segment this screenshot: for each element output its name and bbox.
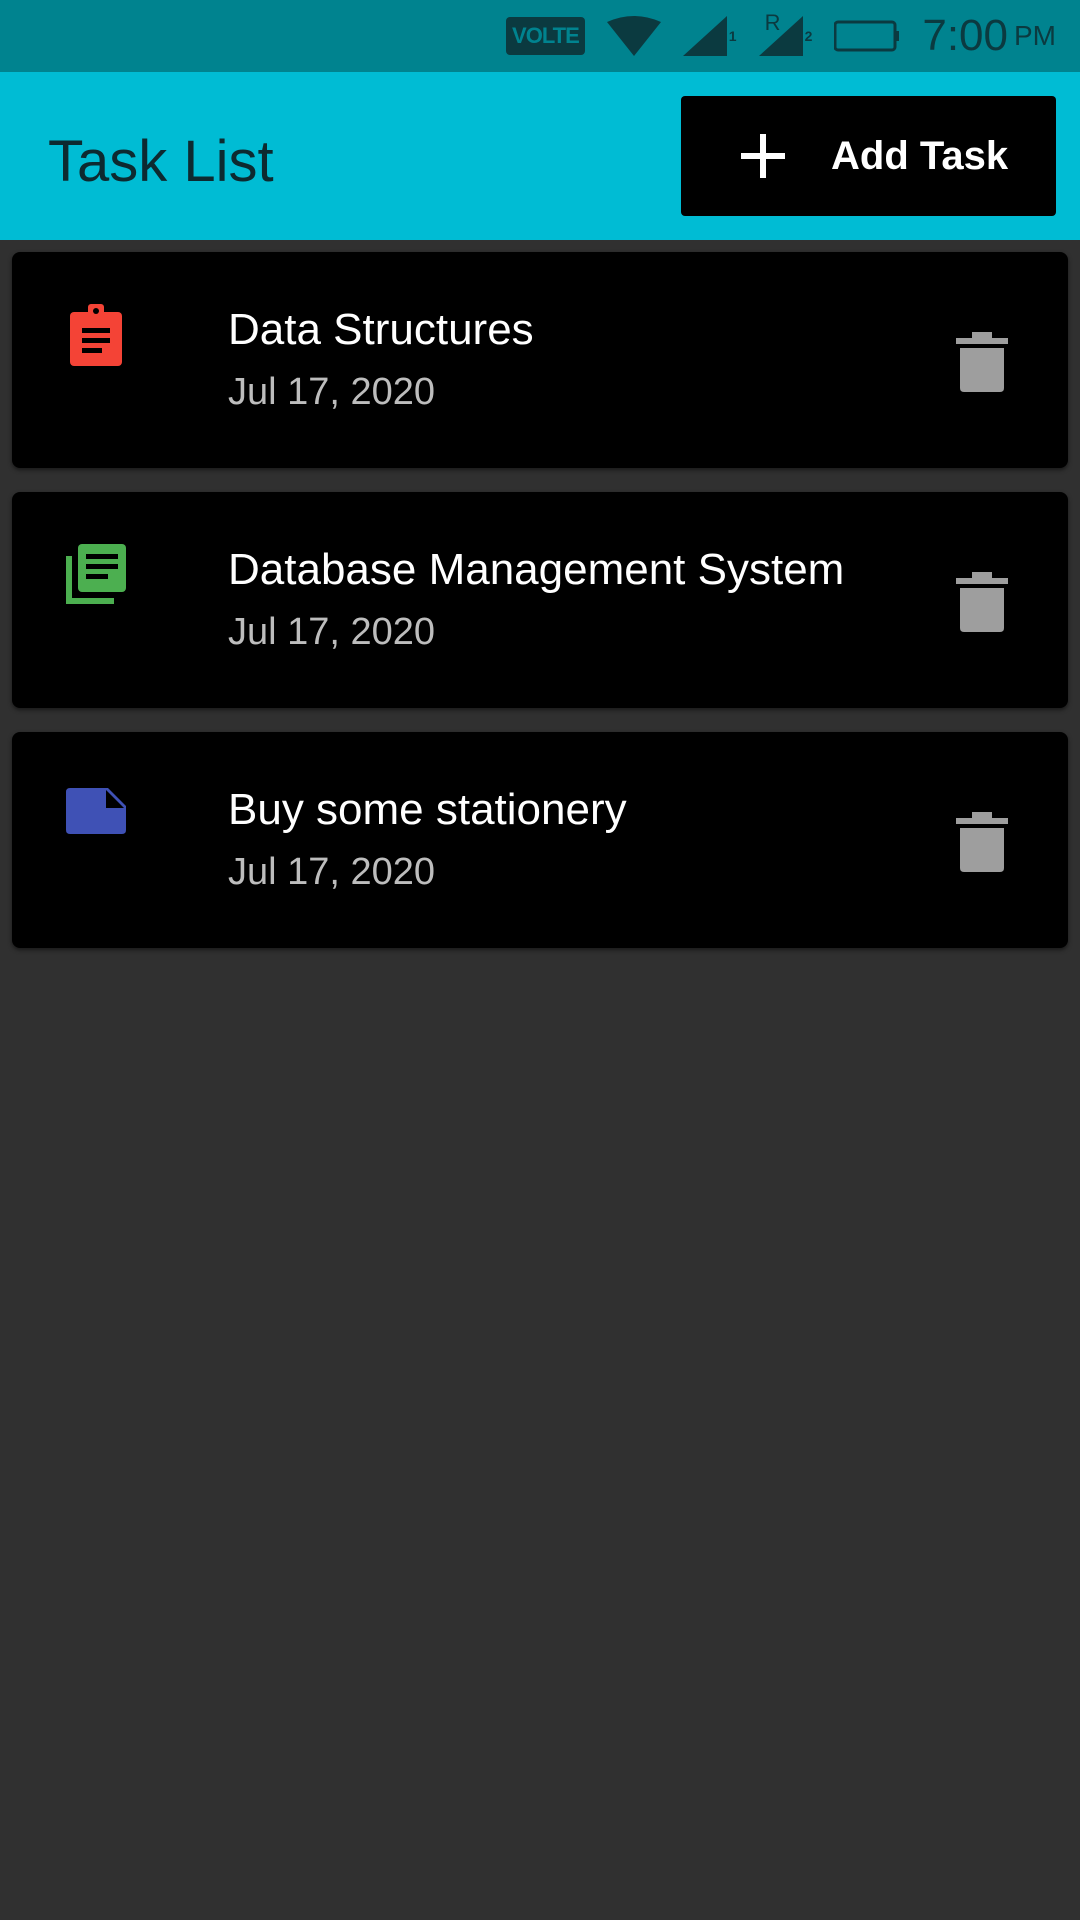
task-text: Data Structures Jul 17, 2020 <box>228 302 534 420</box>
task-date: Jul 17, 2020 <box>228 611 436 653</box>
sim2-label: 2 <box>804 28 813 44</box>
battery-icon <box>834 20 900 52</box>
trash-icon <box>956 332 1008 392</box>
signal-sim1-icon: 1 <box>682 16 737 56</box>
plus-icon <box>741 134 785 178</box>
roaming-label: R <box>764 10 781 35</box>
clock-time: 7:00 <box>922 11 1008 60</box>
add-task-label: Add Task <box>831 133 1009 178</box>
status-bar: VOLTE 1 R 2 7:00 PM <box>0 0 1080 72</box>
assignment-icon <box>70 304 122 366</box>
task-date: Jul 17, 2020 <box>228 851 436 893</box>
page-title: Task List <box>48 129 274 194</box>
delete-task-button[interactable] <box>952 570 1012 634</box>
wifi-icon <box>606 16 661 56</box>
note-icon <box>66 788 126 834</box>
clock: 7:00 PM <box>922 11 1056 61</box>
task-card[interactable]: Data Structures Jul 17, 2020 <box>12 252 1068 468</box>
delete-task-button[interactable] <box>952 330 1012 394</box>
sim1-label: 1 <box>728 28 737 44</box>
task-date: Jul 17, 2020 <box>228 371 436 413</box>
volte-badge: VOLTE <box>506 17 585 55</box>
task-text: Database Management System Jul 17, 2020 <box>228 542 844 660</box>
task-list: Data Structures Jul 17, 2020 Database Ma… <box>12 252 1068 972</box>
task-title: Buy some stationery <box>228 785 627 834</box>
delete-task-button[interactable] <box>952 810 1012 874</box>
task-text: Buy some stationery Jul 17, 2020 <box>228 782 627 900</box>
signal-sim2-icon: R 2 <box>758 10 813 56</box>
task-card[interactable]: Buy some stationery Jul 17, 2020 <box>12 732 1068 948</box>
trash-icon <box>956 812 1008 872</box>
library-books-icon <box>66 544 126 604</box>
task-title: Database Management System <box>228 545 845 594</box>
task-title: Data Structures <box>228 305 534 354</box>
task-card[interactable]: Database Management System Jul 17, 2020 <box>12 492 1068 708</box>
trash-icon <box>956 572 1008 632</box>
clock-ampm: PM <box>1014 20 1056 51</box>
add-task-button[interactable]: Add Task <box>681 96 1056 216</box>
